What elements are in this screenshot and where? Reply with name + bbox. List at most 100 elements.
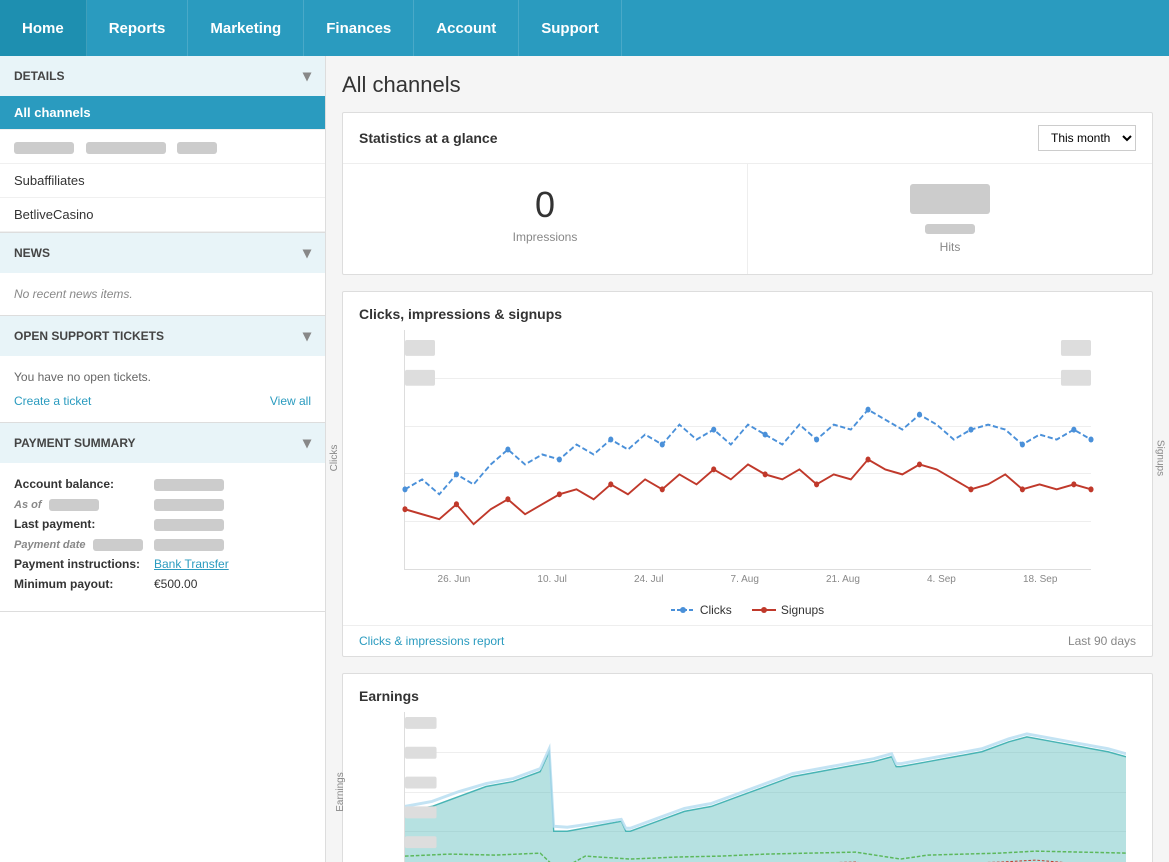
chart-footer: Clicks & impressions report Last 90 days [343, 625, 1152, 656]
view-all-link[interactable]: View all [270, 394, 311, 408]
nav-finances[interactable]: Finances [304, 0, 414, 56]
hits-stat: Hits [748, 164, 1152, 274]
clicks-legend-label: Clicks [700, 603, 732, 617]
bank-transfer-link[interactable]: Bank Transfer [154, 557, 229, 571]
x-label-3: 24. Jul [634, 574, 663, 585]
minimum-payout-label: Minimum payout: [14, 577, 154, 591]
clicks-impressions-report-link[interactable]: Clicks & impressions report [359, 634, 504, 648]
details-chevron: ▾ [303, 66, 311, 86]
chart-period-label: Last 90 days [1068, 634, 1136, 648]
payment-date-text: Payment date [14, 539, 86, 551]
minimum-payout-value: €500.00 [154, 577, 197, 591]
clicks-dots [402, 407, 1093, 493]
chart-x-labels: 26. Jun 10. Jul 24. Jul 7. Aug 21. Aug 4… [404, 570, 1091, 585]
support-header[interactable]: OPEN SUPPORT TICKETS ▾ [0, 316, 325, 356]
sidebar-blurred-item-1[interactable] [0, 130, 325, 164]
nav-reports[interactable]: Reports [87, 0, 189, 56]
impressions-label: Impressions [363, 230, 727, 244]
earnings-blur-5 [405, 836, 437, 848]
support-chevron: ▾ [303, 326, 311, 346]
hits-value-blur [910, 184, 990, 214]
support-section: OPEN SUPPORT TICKETS ▾ You have no open … [0, 316, 325, 423]
sidebar-subaffiliates[interactable]: Subaffiliates [0, 164, 325, 198]
main-nav: Home Reports Marketing Finances Account … [0, 0, 1169, 56]
earnings-area: Earnings [343, 712, 1152, 862]
nav-home[interactable]: Home [0, 0, 87, 56]
as-of-blur [49, 499, 99, 511]
x-label-5: 21. Aug [826, 574, 860, 585]
payment-date-value-blur [154, 539, 224, 551]
news-section: NEWS ▾ No recent news items. [0, 233, 325, 316]
last-payment-value [154, 517, 224, 531]
payment-content: Account balance: As of Last payment: [0, 463, 325, 611]
create-ticket-link[interactable]: Create a ticket [14, 394, 91, 408]
clicks-signups-svg [405, 330, 1091, 569]
earnings-blur-2 [405, 747, 437, 759]
chart-blur-1 [405, 340, 435, 356]
account-balance-value [154, 477, 224, 491]
earnings-chart-container [404, 712, 1126, 862]
payment-instructions-label: Payment instructions: [14, 557, 154, 571]
payment-header[interactable]: PAYMENT SUMMARY ▾ [0, 423, 325, 463]
account-balance-row: Account balance: [14, 477, 311, 491]
support-label: OPEN SUPPORT TICKETS [14, 329, 164, 343]
nav-account[interactable]: Account [414, 0, 519, 56]
payment-date-blur [93, 539, 143, 551]
chart-title: Clicks, impressions & signups [343, 292, 1152, 330]
no-news-message: No recent news items. [0, 273, 325, 315]
chart-legend: Clicks Signups [343, 595, 1152, 625]
x-label-1: 26. Jun [438, 574, 471, 585]
earnings-area-fill [405, 737, 1126, 862]
payment-section: PAYMENT SUMMARY ▾ Account balance: As of [0, 423, 325, 612]
signups-line [405, 459, 1091, 524]
stats-row: 0 Impressions Hits [343, 164, 1152, 274]
hits-label-blur [925, 224, 975, 234]
page-title: All channels [342, 72, 1153, 98]
chart-area: Clicks Signups [343, 330, 1152, 595]
payment-instructions-row: Payment instructions: Bank Transfer [14, 557, 311, 571]
impressions-stat: 0 Impressions [343, 164, 748, 274]
last-payment-row: Last payment: [14, 517, 311, 531]
payment-label: PAYMENT SUMMARY [14, 436, 136, 450]
earnings-svg [405, 712, 1126, 862]
period-select[interactable]: This month [1038, 125, 1136, 151]
clicks-chart-container [404, 330, 1091, 570]
x-label-4: 7. Aug [731, 574, 759, 585]
details-header[interactable]: DETAILS ▾ [0, 56, 325, 96]
stats-title: Statistics at a glance [359, 130, 498, 146]
x-label-2: 10. Jul [537, 574, 566, 585]
main-content: All channels Statistics at a glance This… [326, 56, 1169, 862]
as-of-text: As of [14, 499, 42, 511]
details-section: DETAILS ▾ All channels Subaffiliates Bet… [0, 56, 325, 233]
last-payment-label: Last payment: [14, 517, 154, 531]
as-of-label: As of [14, 497, 154, 511]
support-content: You have no open tickets. Create a ticke… [0, 356, 325, 422]
page-layout: DETAILS ▾ All channels Subaffiliates Bet… [0, 56, 1169, 862]
impressions-value: 0 [363, 184, 727, 226]
nav-marketing[interactable]: Marketing [188, 0, 304, 56]
signups-y-label: Signups [1154, 439, 1165, 475]
clicks-chart-card: Clicks, impressions & signups Clicks Sig… [342, 291, 1153, 657]
x-label-7: 18. Sep [1023, 574, 1057, 585]
news-header[interactable]: NEWS ▾ [0, 233, 325, 273]
minimum-payout-row: Minimum payout: €500.00 [14, 577, 311, 591]
chart-blur-3 [1061, 340, 1091, 356]
no-tickets-message: You have no open tickets. [14, 370, 311, 384]
as-of-value-blur [154, 499, 224, 511]
payment-instructions-value: Bank Transfer [154, 557, 229, 571]
payment-date-value [154, 537, 224, 551]
blur-3 [177, 142, 217, 154]
chart-blur-4 [1061, 370, 1091, 386]
nav-support[interactable]: Support [519, 0, 622, 56]
sidebar-betlivecasino[interactable]: BetliveCasino [0, 198, 325, 232]
legend-signups: Signups [752, 603, 824, 617]
signups-legend-icon [752, 605, 776, 615]
news-chevron: ▾ [303, 243, 311, 263]
news-label: NEWS [14, 246, 50, 260]
details-label: DETAILS [14, 69, 64, 83]
support-links: Create a ticket View all [14, 394, 311, 408]
sidebar-all-channels[interactable]: All channels [0, 96, 325, 130]
payment-date-row: Payment date [14, 537, 311, 551]
last-payment-blur [154, 519, 224, 531]
account-balance-label: Account balance: [14, 477, 154, 491]
